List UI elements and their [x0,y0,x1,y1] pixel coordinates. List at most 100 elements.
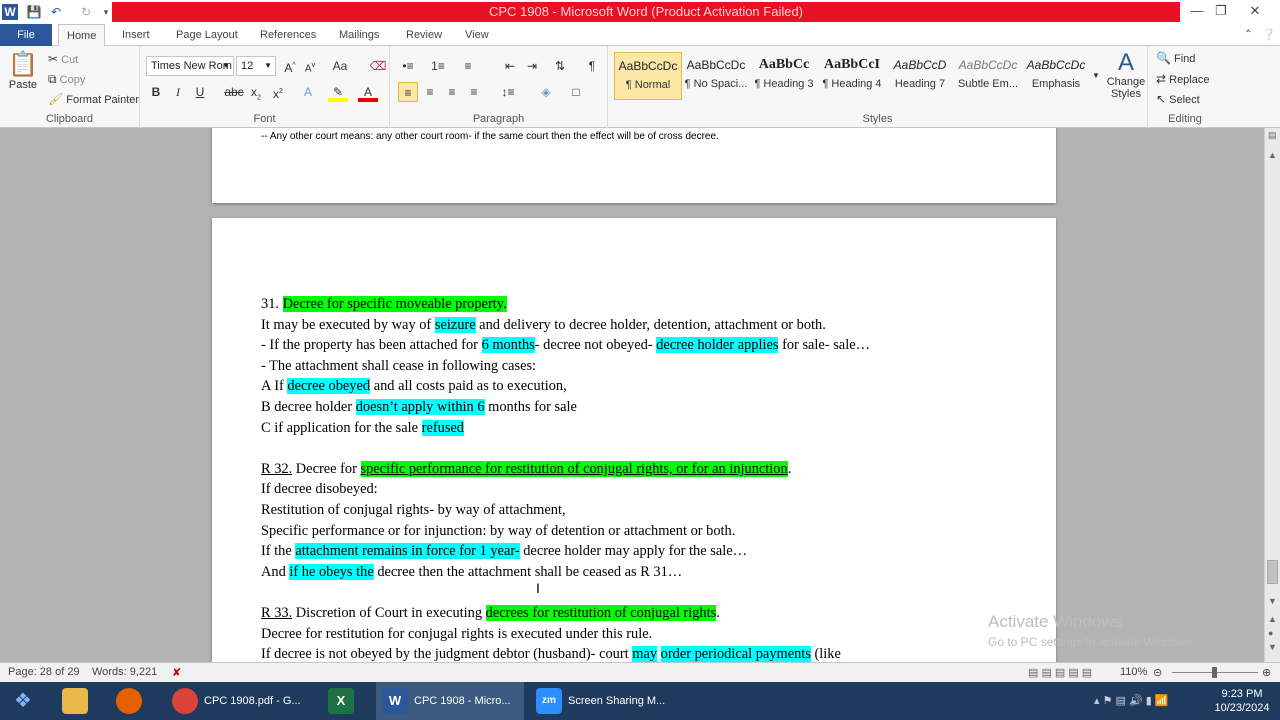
superscript-icon[interactable]: x2 [268,82,288,102]
ruler-toggle-icon[interactable]: ▤ [1268,130,1277,141]
zoom-level[interactable]: 110% [1120,666,1147,678]
show-paragraph-marks-icon[interactable]: ¶ [582,56,602,76]
font-color-icon[interactable]: A [358,82,378,102]
paste-button[interactable]: 📋 Paste [6,50,40,91]
scrollbar-thumb[interactable] [1267,560,1278,584]
document-line[interactable]: It may be executed by way of seizure and… [261,315,826,335]
firefox-button[interactable] [110,682,156,720]
document-line[interactable]: 31. Decree for specific moveable propert… [261,294,507,314]
document-line[interactable]: And if he obeys the decree then the atta… [261,562,682,582]
taskbar-zoom-item[interactable]: zm Screen Sharing M... [530,682,676,720]
current-page[interactable]: 31. Decree for specific moveable propert… [212,218,1056,662]
align-left-icon[interactable]: ≡ [398,82,418,102]
tab-review[interactable]: Review [398,24,450,46]
tab-page-layout[interactable]: Page Layout [168,24,246,46]
decrease-indent-icon[interactable]: ⇤ [500,56,520,76]
change-case-icon[interactable]: Aa [330,56,350,76]
copy-button[interactable]: ⧉ Copy [48,72,85,87]
change-styles-button[interactable]: A Change Styles [1104,50,1148,101]
tab-insert[interactable]: Insert [114,24,158,46]
document-line[interactable]: - If the property has been attached for … [261,335,870,355]
style-no-spacing[interactable]: AaBbCcDc ¶ No Spaci... [682,52,750,100]
justify-icon[interactable]: ≡ [464,82,484,102]
style-subtle-emphasis[interactable]: AaBbCcDc Subtle Em... [954,52,1022,100]
style-heading-7[interactable]: AaBbCcD Heading 7 [886,52,954,100]
document-line[interactable]: If decree disobeyed: [261,479,378,499]
find-button[interactable]: 🔍 Find [1156,51,1195,65]
excel-button[interactable]: X [322,682,366,720]
style-normal[interactable]: AaBbCcDc ¶ Normal [614,52,682,100]
zoom-out-icon[interactable]: ⊝ [1153,666,1162,679]
vertical-scrollbar[interactable]: ▤ ▲ ▼ ▲ ● ▼ [1264,128,1280,662]
tab-references[interactable]: References [252,24,324,46]
format-painter-button[interactable]: 🖌 Format Painter [48,92,139,106]
zoom-in-icon[interactable]: ⊕ [1262,666,1271,679]
line-spacing-icon[interactable]: ↕≡ [498,82,518,102]
document-area[interactable]: -- Any other court means: any other cour… [0,128,1264,662]
scroll-down-icon[interactable]: ▼ [1268,596,1277,606]
start-button[interactable]: ❖ [0,682,46,720]
align-center-icon[interactable]: ≡ [420,82,440,102]
multilevel-list-icon[interactable]: ≡ [458,56,478,76]
document-line[interactable]: C if application for the sale refused [261,418,465,438]
page-count[interactable]: Page: 28 of 29 [8,666,80,678]
document-line[interactable]: Specific performance or for injunction: … [261,521,735,541]
document-line[interactable]: Decree for restitution for conjugal righ… [261,624,652,644]
document-line[interactable]: - The attachment shall cease in followin… [261,356,536,376]
strikethrough-icon[interactable]: abc [224,82,244,102]
document-line[interactable]: Restitution of conjugal rights- by way o… [261,500,566,520]
scroll-up-icon[interactable]: ▲ [1268,150,1277,160]
previous-page-icon[interactable]: ▲ [1268,614,1277,624]
system-tray[interactable]: ▴ ⚑ ▤ 🔊 ▮ 📶 [1094,682,1204,720]
style-emphasis[interactable]: AaBbCcDc Emphasis [1022,52,1090,100]
font-size-combo[interactable]: 12 ▼ [236,56,276,76]
previous-page[interactable]: -- Any other court means: any other cour… [212,128,1056,203]
tab-file[interactable]: File [0,24,52,46]
document-line[interactable]: If the attachment remains in force for 1… [261,541,747,561]
proofing-icon[interactable]: ✘ [172,666,181,679]
cut-button[interactable]: ✂ Cut [48,52,78,66]
italic-icon[interactable]: I [168,82,188,102]
tab-mailings[interactable]: Mailings [331,24,387,46]
tab-home[interactable]: Home [58,24,106,47]
replace-button[interactable]: ⇄ Replace [1156,72,1209,86]
bold-icon[interactable]: B [146,82,166,102]
align-right-icon[interactable]: ≡ [442,82,462,102]
taskbar-word-item[interactable]: W CPC 1908 - Micro... [376,682,524,720]
help-icon[interactable]: ❔ [1254,24,1280,46]
document-line[interactable]: R 32. Decree for specific performance fo… [261,459,791,479]
font-name-combo[interactable]: Times New Rom ▼ [146,56,234,76]
clock[interactable]: 9:23 PM 10/23/2024 [1210,682,1274,720]
style-heading-3[interactable]: AaBbCc ¶ Heading 3 [750,52,818,100]
file-explorer-button[interactable] [56,682,96,720]
style-heading-4[interactable]: AaBbCcI ¶ Heading 4 [818,52,886,100]
word-count[interactable]: Words: 9,221 [92,666,157,678]
highlight-icon[interactable]: ✎ [328,82,348,102]
zoom-slider-thumb[interactable] [1212,667,1217,678]
shading-icon[interactable]: ◈ [536,82,556,102]
sort-icon[interactable]: ⇅ [550,56,570,76]
close-button[interactable]: ✕ [1240,0,1270,22]
increase-indent-icon[interactable]: ⇥ [522,56,542,76]
numbering-icon[interactable]: 1≡ [428,56,448,76]
grow-font-icon[interactable]: A^ [280,56,300,76]
document-line[interactable]: A If decree obeyed and all costs paid as… [261,376,567,396]
text-effects-icon[interactable]: A [298,82,318,102]
shrink-font-icon[interactable]: Av [300,56,320,76]
borders-icon[interactable]: □ [566,82,586,102]
tab-view[interactable]: View [457,24,497,46]
undo-icon[interactable]: ↶ [48,4,64,20]
bullets-icon[interactable]: •≡ [398,56,418,76]
taskbar-chrome-item[interactable]: CPC 1908.pdf - G... [166,682,312,720]
styles-gallery-more-icon[interactable]: ▼ [1090,66,1102,86]
underline-icon[interactable]: U [190,82,210,102]
view-buttons-icon[interactable]: ▤ ▤ ▤ ▤ ▤ [1028,666,1092,679]
browse-object-icon[interactable]: ● [1268,628,1273,638]
word-app-icon[interactable]: W [2,4,18,20]
restore-button[interactable]: ❐ [1206,0,1236,22]
document-line[interactable]: If decree is not obeyed by the judgment … [261,644,841,662]
select-button[interactable]: ↖ Select [1156,92,1200,106]
subscript-icon[interactable]: x2 [246,82,266,102]
clear-formatting-icon[interactable]: ⌫ [368,56,388,76]
save-icon[interactable]: 💾 [26,4,42,20]
